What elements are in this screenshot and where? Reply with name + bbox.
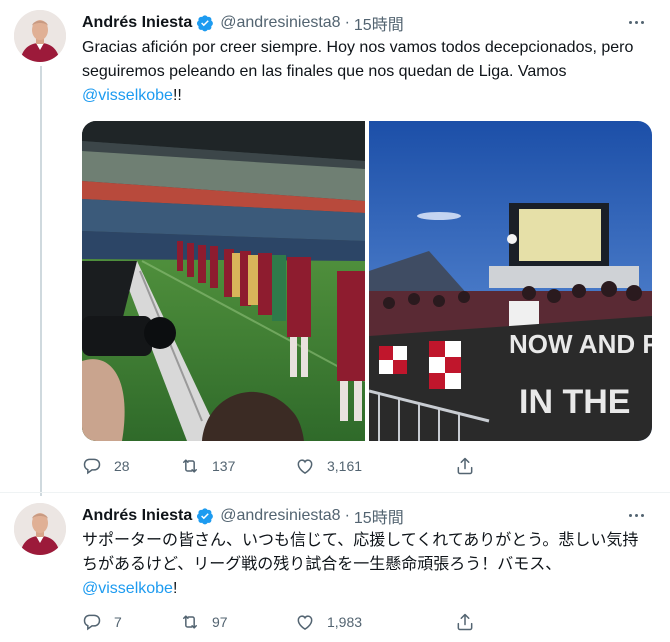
tweet-header: Andrés Iniesta @andresiniesta8 · 15時間 bbox=[82, 12, 404, 34]
mention-link[interactable]: @visselkobe bbox=[82, 87, 173, 104]
reply-button[interactable]: 28 bbox=[82, 456, 180, 476]
tweet-text-end: !! bbox=[172, 87, 182, 104]
author-name[interactable]: Andrés Iniesta bbox=[82, 14, 192, 32]
supporters-stand-photo[interactable]: NOW AND F IN THE bbox=[369, 121, 652, 441]
tweet-media[interactable]: NOW AND F IN THE bbox=[82, 121, 652, 441]
more-icon[interactable] bbox=[624, 12, 648, 32]
author-handle[interactable]: @andresiniesta8 bbox=[220, 14, 340, 32]
avatar[interactable] bbox=[14, 503, 66, 555]
banner-text-line1: NOW AND F bbox=[509, 329, 652, 359]
like-count: 1,983 bbox=[327, 614, 363, 630]
banner-text-line2: IN THE bbox=[519, 383, 630, 421]
author-name[interactable]: Andrés Iniesta bbox=[82, 507, 192, 525]
tweet-actions: 7 97 1,983 bbox=[82, 610, 582, 634]
tweet-text: サポーターの皆さん、いつも信じて、応援してくれてありがとう。悲しい気持ちがあるけ… bbox=[82, 529, 642, 601]
retweet-icon bbox=[183, 615, 197, 629]
tweet-time[interactable]: 15時間 bbox=[354, 504, 404, 528]
share-button[interactable] bbox=[455, 456, 495, 476]
reply-button[interactable]: 7 bbox=[82, 612, 180, 632]
tweet-text-main: Gracias afición por creer siempre. Hoy n… bbox=[82, 39, 634, 80]
tweet-text-end: ! bbox=[172, 580, 178, 597]
like-button[interactable]: 1,983 bbox=[295, 612, 455, 632]
verified-badge-icon bbox=[196, 507, 214, 525]
verified-badge-icon bbox=[196, 14, 214, 32]
retweet-count: 137 bbox=[212, 458, 236, 474]
tweet[interactable]: Andrés Iniesta @andresiniesta8 · 15時間 Gr… bbox=[0, 0, 670, 496]
like-count: 3,161 bbox=[327, 458, 363, 474]
share-button[interactable] bbox=[455, 612, 495, 632]
reply-icon bbox=[83, 458, 101, 475]
retweet-icon bbox=[183, 459, 197, 473]
mention-link[interactable]: @visselkobe bbox=[82, 580, 173, 597]
reply-count: 28 bbox=[114, 458, 130, 474]
stadium-players-photo[interactable] bbox=[82, 121, 365, 441]
more-icon[interactable] bbox=[624, 505, 648, 525]
like-icon bbox=[297, 615, 313, 630]
reply-count: 7 bbox=[114, 614, 122, 630]
reply-icon bbox=[83, 614, 101, 631]
avatar[interactable] bbox=[14, 10, 66, 62]
like-button[interactable]: 3,161 bbox=[295, 456, 455, 476]
author-handle[interactable]: @andresiniesta8 bbox=[220, 507, 340, 525]
tweet-time[interactable]: 15時間 bbox=[354, 11, 404, 35]
thread-line bbox=[40, 66, 42, 496]
retweet-count: 97 bbox=[212, 614, 228, 630]
retweet-button[interactable]: 137 bbox=[180, 456, 295, 476]
tweet[interactable]: Andrés Iniesta @andresiniesta8 · 15時間 サポ… bbox=[0, 492, 670, 642]
retweet-button[interactable]: 97 bbox=[180, 612, 295, 632]
like-icon bbox=[297, 459, 313, 474]
share-icon bbox=[457, 457, 473, 475]
share-icon bbox=[457, 613, 473, 631]
tweet-text-main: サポーターの皆さん、いつも信じて、応援してくれてありがとう。悲しい気持ちがあるけ… bbox=[82, 532, 639, 573]
tweet-header: Andrés Iniesta @andresiniesta8 · 15時間 bbox=[82, 505, 404, 527]
tweet-actions: 28 137 3,161 bbox=[82, 454, 582, 478]
tweet-text: Gracias afición por creer siempre. Hoy n… bbox=[82, 36, 642, 108]
separator-dot: · bbox=[344, 14, 350, 31]
separator-dot: · bbox=[344, 507, 350, 524]
